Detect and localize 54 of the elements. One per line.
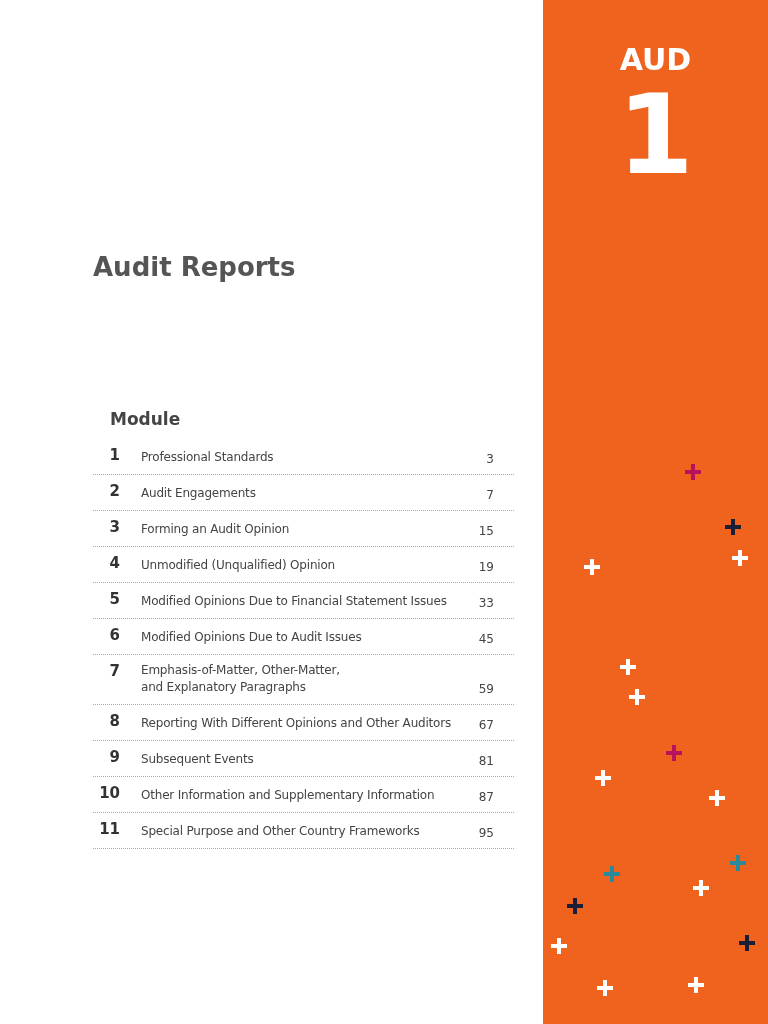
plus-icon xyxy=(708,789,726,807)
page-number: 19 xyxy=(477,560,494,574)
page-number: 87 xyxy=(477,790,494,804)
module-number: 2 xyxy=(108,482,120,500)
page-title: Audit Reports xyxy=(93,252,296,282)
plus-icon xyxy=(619,658,637,676)
subject-code: AUD xyxy=(619,42,692,77)
plus-icon xyxy=(687,976,705,994)
module-title: Modified Opinions Due to Financial Statement Issues xyxy=(141,593,448,610)
module-number: 3 xyxy=(108,518,120,536)
plus-icon xyxy=(566,897,584,915)
page-number: 7 xyxy=(485,488,494,502)
module-title: Special Purpose and Other Country Frameworks xyxy=(141,823,421,840)
module-number: 5 xyxy=(108,590,120,608)
plus-icon xyxy=(731,549,749,567)
module-title: Emphasis-of-Matter, Other-Matter, and Explanatory Paragraphs xyxy=(141,662,341,696)
plus-icon xyxy=(603,865,621,883)
module-title: Audit Engagements xyxy=(141,485,257,502)
page-number: 3 xyxy=(485,452,494,466)
plus-icon xyxy=(628,688,646,706)
module-number: 7 xyxy=(108,662,120,680)
module-title: Reporting With Different Opinions and Other Auditors xyxy=(141,715,453,732)
module-title: Modified Opinions Due to Audit Issues xyxy=(141,629,363,646)
module-title: Subsequent Events xyxy=(141,751,255,768)
module-title: Other Information and Supplementary Information xyxy=(141,787,436,804)
page-number: 59 xyxy=(477,682,494,696)
module-number: 6 xyxy=(108,626,120,644)
plus-icon xyxy=(583,558,601,576)
plus-icon xyxy=(665,744,683,762)
plus-icon xyxy=(692,879,710,897)
plus-icon xyxy=(550,937,568,955)
module-number: 9 xyxy=(108,748,120,766)
page-number: 33 xyxy=(477,596,494,610)
page-number: 45 xyxy=(477,632,494,646)
plus-icon xyxy=(724,518,742,536)
module-title: Unmodified (Unqualified) Opinion xyxy=(141,557,336,574)
module-number: 4 xyxy=(108,554,120,572)
page-number: 95 xyxy=(477,826,494,840)
module-title: Forming an Audit Opinion xyxy=(141,521,291,538)
page-number: 81 xyxy=(477,754,494,768)
plus-icon xyxy=(738,934,756,952)
plus-icon xyxy=(594,769,612,787)
module-number: 10 xyxy=(98,784,120,802)
plus-icon xyxy=(729,854,747,872)
module-number: 1 xyxy=(108,446,120,464)
plus-icon xyxy=(596,979,614,997)
section-number: 1 xyxy=(617,80,694,190)
page-number: 15 xyxy=(477,524,494,538)
module-number: 11 xyxy=(98,820,120,838)
module-title: Professional Standards xyxy=(141,449,275,466)
plus-icon xyxy=(684,463,702,481)
module-heading: Module xyxy=(110,409,181,429)
page-number: 67 xyxy=(477,718,494,732)
module-number: 8 xyxy=(108,712,120,730)
